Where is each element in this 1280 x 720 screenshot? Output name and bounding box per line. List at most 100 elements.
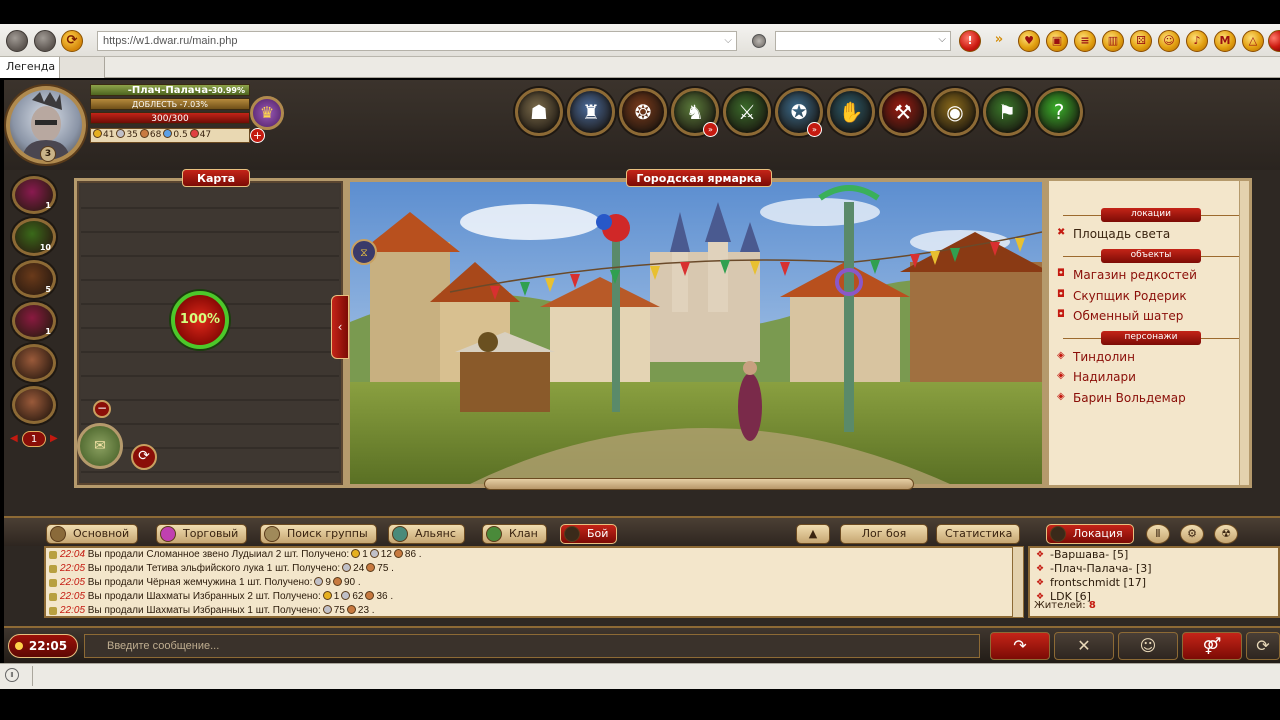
arrows-icon[interactable]: » <box>988 30 1010 52</box>
tab-main[interactable]: Основной <box>46 524 139 544</box>
address-bar[interactable]: https://w1.dwar.ru/main.php ⌵ <box>97 31 737 51</box>
tab-legend[interactable]: Легенда <box>0 57 60 78</box>
npc-item[interactable]: ◈ Надилари <box>1057 370 1136 384</box>
scene-view[interactable]: ⧖ <box>346 178 1046 488</box>
chevron-down-icon[interactable]: ⌵ <box>724 32 732 50</box>
more-icon[interactable] <box>1268 30 1280 52</box>
search-select[interactable]: ⌵ <box>775 31 951 51</box>
inventory-slot[interactable]: 1 <box>12 176 56 214</box>
inventory-slot[interactable]: 10 <box>12 218 56 256</box>
tab-alliance[interactable]: Альянс <box>388 524 465 544</box>
world-map-icon[interactable]: ✪» <box>775 88 823 137</box>
camera-icon[interactable]: ▣ <box>1046 30 1068 52</box>
inventory-slot[interactable] <box>12 386 56 424</box>
player-item[interactable]: ❖ -Плач-Палача- [3] <box>1030 562 1278 576</box>
radiation-icon[interactable]: ☢ <box>1214 524 1238 544</box>
tab-clan[interactable]: Клан <box>482 524 547 544</box>
coin-icon <box>366 563 376 572</box>
mail-icon[interactable]: M <box>1214 30 1236 52</box>
chevron-down-icon: » <box>703 122 718 137</box>
warrior-icon[interactable]: ☗ <box>515 88 563 136</box>
pause-icon[interactable]: Ⅱ <box>5 668 19 682</box>
message-time[interactable]: 22:05 <box>60 577 85 588</box>
private-chat-button[interactable]: ⚤ <box>1182 632 1242 660</box>
gold-coins-icon[interactable]: ◉ <box>931 88 979 136</box>
collapse-map-button[interactable]: ‹ <box>331 295 349 359</box>
refresh-chat-button[interactable]: ⟳ <box>1246 632 1280 660</box>
tab-battle[interactable]: Бой <box>560 524 618 544</box>
crown-icon[interactable]: ♛ <box>250 96 284 130</box>
knight-icon[interactable]: ♞» <box>671 88 719 137</box>
collapse-chat-button[interactable]: ▲ <box>796 524 830 544</box>
person-icon[interactable]: ☺ <box>1158 30 1180 52</box>
heart-icon[interactable]: ♥ <box>1018 30 1040 52</box>
location-scrollbar[interactable] <box>1239 181 1249 485</box>
help-icon[interactable]: ? <box>1035 88 1083 136</box>
flask-icon[interactable]: △ <box>1242 30 1264 52</box>
location-current[interactable]: ✖ Площадь света <box>1057 227 1170 241</box>
message-time[interactable]: 22:04 <box>60 549 85 560</box>
tab-location[interactable]: Локация <box>1046 524 1134 544</box>
inventory-slot[interactable]: 5 <box>12 260 56 298</box>
chat-scrollbar[interactable] <box>1012 546 1024 618</box>
bell-icon[interactable]: ♪ <box>1186 30 1208 52</box>
message-time[interactable]: 22:05 <box>60 591 85 602</box>
zoom-out-button[interactable]: − <box>93 400 111 418</box>
forward-button[interactable] <box>34 30 56 52</box>
npc-item[interactable]: ◈ Тиндолин <box>1057 350 1135 364</box>
browser-toolbar: ⟳ https://w1.dwar.ru/main.php ⌵ ⌵ ! » ♥ … <box>0 24 1280 57</box>
sword-icon[interactable]: ⚔ <box>723 88 771 136</box>
message-text: Вы продали Сломанное звено Лудыиал 2 шт.… <box>85 549 350 560</box>
chevron-left-icon[interactable]: ◀ <box>10 433 18 444</box>
residents-label: Жителей: <box>1034 600 1086 611</box>
map-progress[interactable]: 100% <box>171 291 229 349</box>
system-message-icon <box>49 593 57 601</box>
player-item[interactable]: ❖ -Варшава- [5] <box>1030 548 1278 562</box>
player-item[interactable]: ❖ frontschmidt [17] <box>1030 576 1278 590</box>
map-scroll-icon[interactable]: ✉ <box>77 423 123 469</box>
back-button[interactable] <box>6 30 28 52</box>
clear-button[interactable]: ✕ <box>1054 632 1114 660</box>
pause-icon[interactable]: Ⅱ <box>1146 524 1170 544</box>
tab-label: Локация <box>1073 527 1123 540</box>
chevron-right-icon[interactable]: ▶ <box>50 433 58 444</box>
trade-icon <box>160 526 176 542</box>
message-text: Вы продали Чёрная жемчужина 1 шт. Получе… <box>85 577 313 588</box>
clan-icon <box>486 526 502 542</box>
add-currency-button[interactable]: + <box>250 128 265 143</box>
send-button[interactable]: ↷ <box>990 632 1050 660</box>
object-item[interactable]: ◘ Скупщик Родерик <box>1057 289 1187 303</box>
axe-icon[interactable]: ⚒ <box>879 88 927 136</box>
character-name-bar[interactable]: -Плач-Палача- 30.99% <box>90 84 250 96</box>
list-icon[interactable]: ≡ <box>1074 30 1096 52</box>
message-time[interactable]: 22:05 <box>60 563 85 574</box>
castle-icon[interactable]: ♜ <box>567 88 615 136</box>
scene-scrollbar[interactable] <box>484 478 914 490</box>
npc-item[interactable]: ◈ Барин Вольдемар <box>1057 391 1186 405</box>
tab-label: Бой <box>587 527 609 540</box>
building-icon[interactable]: ▥ <box>1102 30 1124 52</box>
object-item[interactable]: ◘ Обменный шатер <box>1057 309 1183 323</box>
cards-icon[interactable]: ✋ <box>827 88 875 136</box>
tab-empty[interactable] <box>60 57 105 78</box>
message-time[interactable]: 22:05 <box>60 605 85 616</box>
reload-button[interactable]: ⟳ <box>61 30 83 52</box>
tab-statistics[interactable]: Статистика <box>936 524 1020 544</box>
refresh-icon[interactable]: ⟳ <box>131 444 157 470</box>
settings-icon[interactable]: ⚙ <box>1180 524 1204 544</box>
object-item[interactable]: ◘ Магазин редкостей <box>1057 268 1197 282</box>
inventory-slot[interactable] <box>12 344 56 382</box>
tab-group-search[interactable]: Поиск группы <box>260 524 377 544</box>
fair-scene-illustration[interactable]: ⧖ <box>350 182 1042 484</box>
tab-battle-log[interactable]: Лог боя <box>840 524 928 544</box>
message-input[interactable]: Введите сообщение... <box>84 634 980 658</box>
tab-trade[interactable]: Торговый <box>156 524 248 544</box>
dice-icon[interactable]: ⚄ <box>1130 30 1152 52</box>
chat-log[interactable]: 22:04 Вы продали Сломанное звено Лудыиал… <box>44 546 1014 618</box>
info-icon[interactable]: ! <box>959 30 981 52</box>
bear-icon[interactable]: ❂ <box>619 88 667 136</box>
go-button[interactable] <box>752 34 766 48</box>
hammer-icon[interactable]: ⚑ <box>983 88 1031 136</box>
smiles-button[interactable]: ☺ <box>1118 632 1178 660</box>
inventory-slot[interactable]: 1 <box>12 302 56 340</box>
